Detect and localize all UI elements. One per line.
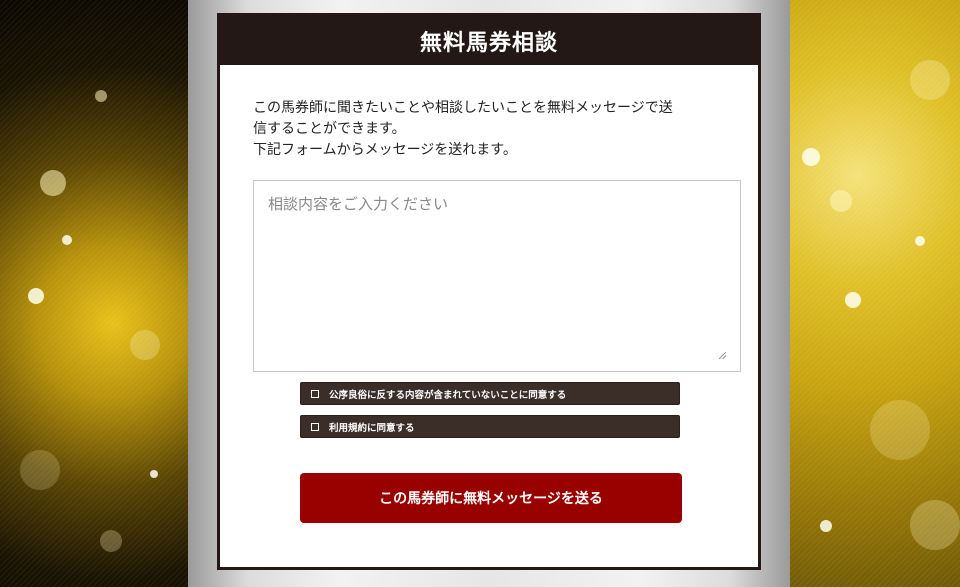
bokeh-light bbox=[95, 90, 107, 102]
bokeh-light bbox=[100, 530, 122, 552]
bokeh-light bbox=[130, 330, 160, 360]
bokeh-light bbox=[40, 170, 66, 196]
intro-line: 下記フォームからメッセージを送れます。 bbox=[253, 142, 517, 158]
bokeh-light bbox=[150, 470, 158, 478]
checkbox-label: 公序良俗に反する内容が含まれていないことに同意する bbox=[329, 389, 567, 401]
bokeh-light bbox=[62, 235, 72, 245]
bokeh-light bbox=[830, 190, 852, 212]
bokeh-light bbox=[802, 148, 820, 166]
bokeh-light bbox=[845, 292, 861, 308]
agree-public-order-checkbox[interactable]: 公序良俗に反する内容が含まれていないことに同意する bbox=[300, 382, 680, 405]
bokeh-light bbox=[915, 236, 925, 246]
agree-terms-checkbox[interactable]: 利用規約に同意する bbox=[300, 415, 680, 438]
intro-text: この馬券師に聞きたいことや相談したいことを無料メッセージで送 信することができま… bbox=[253, 98, 733, 161]
send-message-button[interactable]: この馬券師に無料メッセージを送る bbox=[300, 473, 682, 523]
intro-line: 信することができます。 bbox=[253, 121, 406, 137]
checkbox-icon[interactable] bbox=[311, 389, 319, 398]
message-textarea[interactable] bbox=[253, 180, 741, 372]
bokeh-light bbox=[20, 450, 60, 490]
card-title: 無料馬券相談 bbox=[419, 29, 558, 56]
checkbox-icon[interactable] bbox=[311, 422, 319, 431]
bokeh-light bbox=[820, 520, 832, 532]
consultation-card: 無料馬券相談 この馬券師に聞きたいことや相談したいことを無料メッセージで送 信す… bbox=[217, 13, 761, 570]
right-background-decoration bbox=[790, 0, 960, 587]
intro-line: この馬券師に聞きたいことや相談したいことを無料メッセージで送 bbox=[253, 100, 673, 116]
resize-handle-icon[interactable] bbox=[719, 352, 726, 359]
left-background-decoration bbox=[0, 0, 188, 587]
bokeh-light bbox=[910, 60, 950, 100]
bokeh-light bbox=[28, 288, 44, 304]
bokeh-light bbox=[910, 500, 960, 550]
card-header: 無料馬券相談 bbox=[220, 16, 758, 65]
checkbox-label: 利用規約に同意する bbox=[329, 422, 415, 434]
bokeh-light bbox=[870, 400, 930, 460]
